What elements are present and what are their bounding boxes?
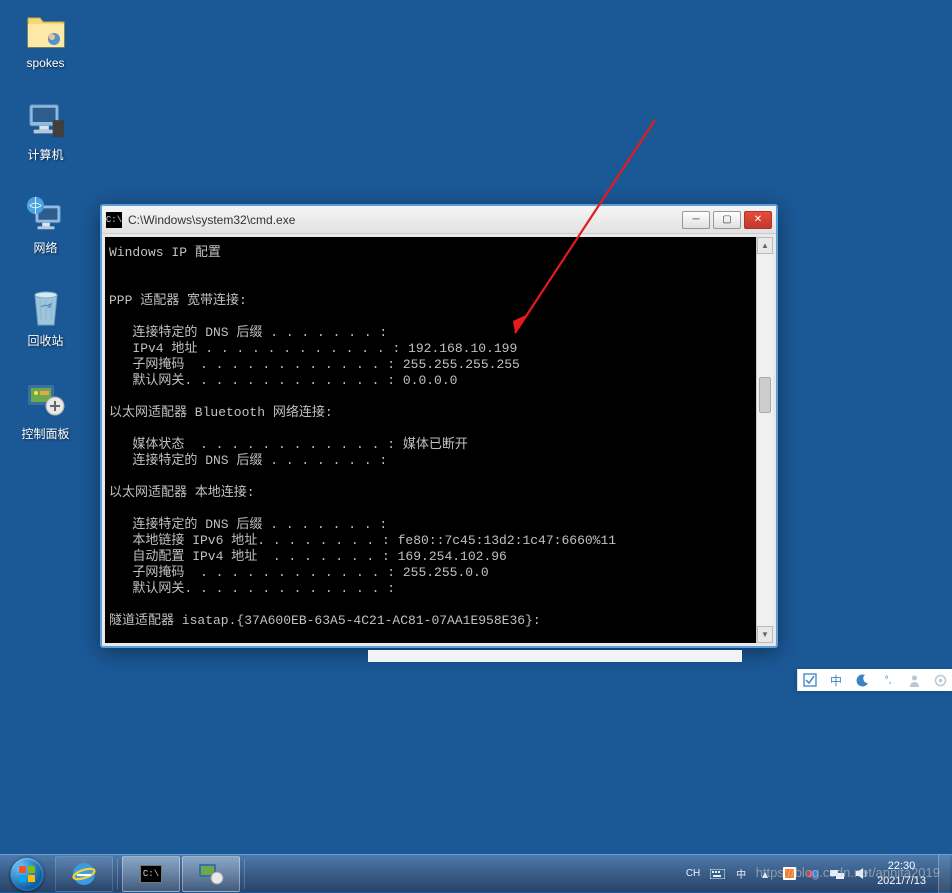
desktop-icon-label: spokes (26, 56, 64, 70)
desktop-icon-spokes[interactable]: spokes (8, 12, 83, 70)
user-icon[interactable] (906, 672, 922, 688)
folder-icon (26, 12, 66, 52)
desktop-icon-control-panel[interactable]: 控制面板 (8, 381, 83, 442)
taskbar: C:\ CH 中 ▴ 22:30 2021/7/13 (0, 854, 952, 892)
cmd-titlebar-icon: C:\ (106, 212, 122, 228)
cmd-body: Windows IP 配置 PPP 适配器 宽带连接: 连接特定的 DNS 后缀… (105, 237, 773, 643)
action-center-icon[interactable] (781, 866, 797, 882)
control-panel-icon (198, 863, 224, 885)
system-tray: CH 中 ▴ 22:30 2021/7/13 (685, 855, 952, 892)
desktop-icon-network[interactable]: 网络 (8, 195, 83, 256)
floating-ime-toolbar[interactable]: 中 °, (797, 669, 952, 691)
windows-logo-icon (10, 857, 44, 891)
network-tray-icon[interactable] (829, 866, 845, 882)
desktop-icon-label: 计算机 (27, 146, 63, 163)
tray-app-icon[interactable] (805, 866, 821, 882)
show-desktop-button[interactable] (938, 855, 950, 893)
taskbar-separator (117, 859, 118, 889)
recycle-bin-icon (26, 288, 66, 328)
tray-chevron-icon[interactable]: ▴ (757, 866, 773, 882)
moon-icon[interactable] (854, 672, 870, 688)
scroll-up-arrow-icon[interactable]: ▲ (757, 237, 773, 254)
clock-time: 22:30 (877, 859, 926, 873)
clock-date: 2021/7/13 (877, 874, 926, 888)
cmd-scrollbar[interactable]: ▲ ▼ (756, 237, 773, 643)
window-title-buttons: ─ ▢ ✕ (682, 211, 772, 229)
scroll-thumb[interactable] (759, 377, 771, 413)
start-button[interactable] (0, 855, 54, 893)
maximize-button[interactable]: ▢ (713, 211, 741, 229)
desktop-icon-label: 网络 (33, 239, 57, 256)
ie-icon (70, 860, 98, 888)
desktop-icon-label: 控制面板 (21, 425, 69, 442)
cmd-window[interactable]: C:\ C:\Windows\system32\cmd.exe ─ ▢ ✕ Wi… (100, 204, 778, 648)
window-titlebar[interactable]: C:\ C:\Windows\system32\cmd.exe ─ ▢ ✕ (102, 206, 776, 234)
ime-input-mode[interactable]: 中 (733, 866, 749, 882)
ime-chinese-icon[interactable]: 中 (828, 672, 844, 688)
taskbar-item-cmd[interactable]: C:\ (122, 856, 180, 892)
taskbar-item-control-panel[interactable] (182, 856, 240, 892)
computer-icon (26, 102, 66, 142)
desktop-icon-label: 回收站 (27, 332, 63, 349)
desktop-icon-computer[interactable]: 计算机 (8, 102, 83, 163)
secondary-window-edge (368, 650, 742, 662)
cmd-icon: C:\ (140, 865, 162, 883)
keyboard-icon[interactable] (709, 866, 725, 882)
taskbar-item-ie[interactable] (55, 856, 113, 892)
cmd-output[interactable]: Windows IP 配置 PPP 适配器 宽带连接: 连接特定的 DNS 后缀… (105, 237, 756, 643)
close-button[interactable]: ✕ (744, 211, 772, 229)
scroll-down-arrow-icon[interactable]: ▼ (757, 626, 773, 643)
window-title: C:\Windows\system32\cmd.exe (128, 213, 682, 227)
taskbar-separator (244, 859, 245, 889)
punctuation-icon[interactable]: °, (880, 672, 896, 688)
network-icon (26, 195, 66, 235)
volume-icon[interactable] (853, 866, 869, 882)
minimize-button[interactable]: ─ (682, 211, 710, 229)
desktop-icon-recycle-bin[interactable]: 回收站 (8, 288, 83, 349)
desktop-icons-area: spokes 计算机 网络 (8, 12, 83, 474)
checkbox-icon[interactable] (802, 672, 818, 688)
ime-language-indicator[interactable]: CH (685, 866, 701, 882)
control-panel-icon (26, 381, 66, 421)
settings-gear-icon[interactable] (932, 672, 948, 688)
clock[interactable]: 22:30 2021/7/13 (877, 859, 930, 888)
